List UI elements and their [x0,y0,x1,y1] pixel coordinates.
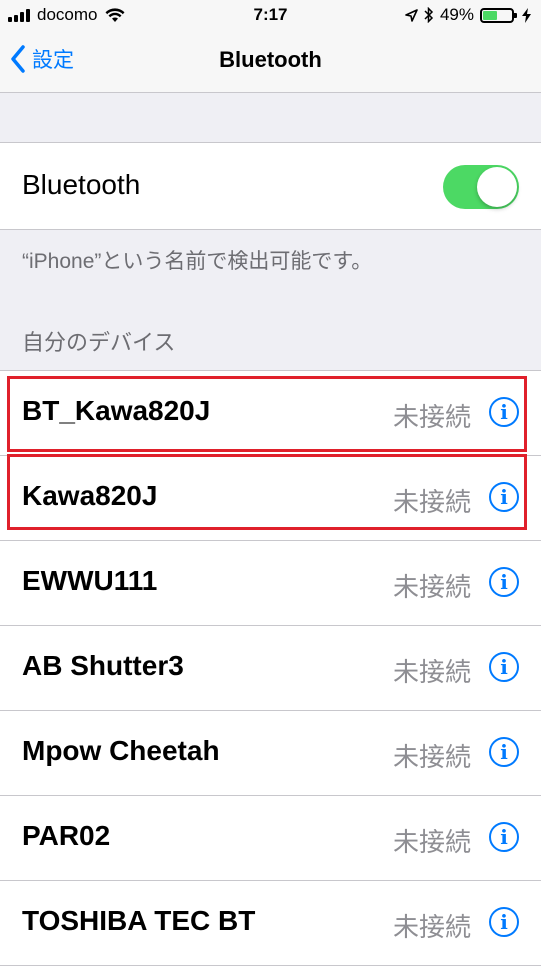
device-name: Mpow Cheetah [22,735,220,766]
bluetooth-toggle-row: Bluetooth [0,142,541,230]
device-name: TOSHIBA TEC BT [22,905,256,936]
device-row[interactable]: Mpow Cheetah 未接続 i [0,711,541,796]
bluetooth-label: Bluetooth [22,169,141,200]
device-row[interactable]: TOSHIBA TEC BT 未接続 i [0,881,541,966]
device-status: 未接続 [392,402,471,432]
device-row[interactable]: Kawa820J 未接続 i [0,456,541,541]
page-title: Bluetooth [219,47,322,72]
device-name: AB Shutter3 [22,650,184,681]
info-icon[interactable]: i [489,397,519,427]
charging-icon [522,7,531,23]
info-icon[interactable]: i [489,567,519,597]
status-bar-right: 49% [405,5,531,25]
device-list: BT_Kawa820J 未接続 i Kawa820J 未接続 i EWWU111… [0,370,541,966]
device-name: PAR02 [22,820,111,851]
device-row[interactable]: BT_Kawa820J 未接続 i [0,371,541,456]
info-icon[interactable]: i [489,652,519,682]
device-row[interactable]: PAR02 未接続 i [0,796,541,881]
device-status: 未接続 [392,487,471,517]
discoverable-footer: “iPhone”という名前で検出可能です。 [22,250,373,273]
status-bar: docomo 7:17 49% [0,0,541,30]
info-icon[interactable]: i [489,482,519,512]
device-name: BT_Kawa820J [22,395,211,426]
battery-icon [480,7,517,23]
device-status: 未接続 [392,827,471,857]
device-row[interactable]: EWWU111 未接続 i [0,541,541,626]
info-icon[interactable]: i [489,907,519,937]
device-status: 未接続 [392,912,471,942]
battery-level-fill [483,10,497,20]
device-status: 未接続 [392,657,471,687]
device-row[interactable]: AB Shutter3 未接続 i [0,626,541,711]
info-icon[interactable]: i [489,822,519,852]
my-devices-header: 自分のデバイス [22,330,176,355]
switch-knob [477,167,517,207]
info-icon[interactable]: i [489,737,519,767]
device-status: 未接続 [392,572,471,602]
bluetooth-icon [424,7,434,23]
device-status: 未接続 [392,742,471,772]
location-icon [405,8,418,22]
bluetooth-switch[interactable] [443,165,519,209]
battery-percent: 49% [439,5,474,24]
device-name: EWWU111 [22,565,158,596]
navigation-bar: 設定 Bluetooth [0,30,541,93]
device-name: Kawa820J [22,480,158,511]
